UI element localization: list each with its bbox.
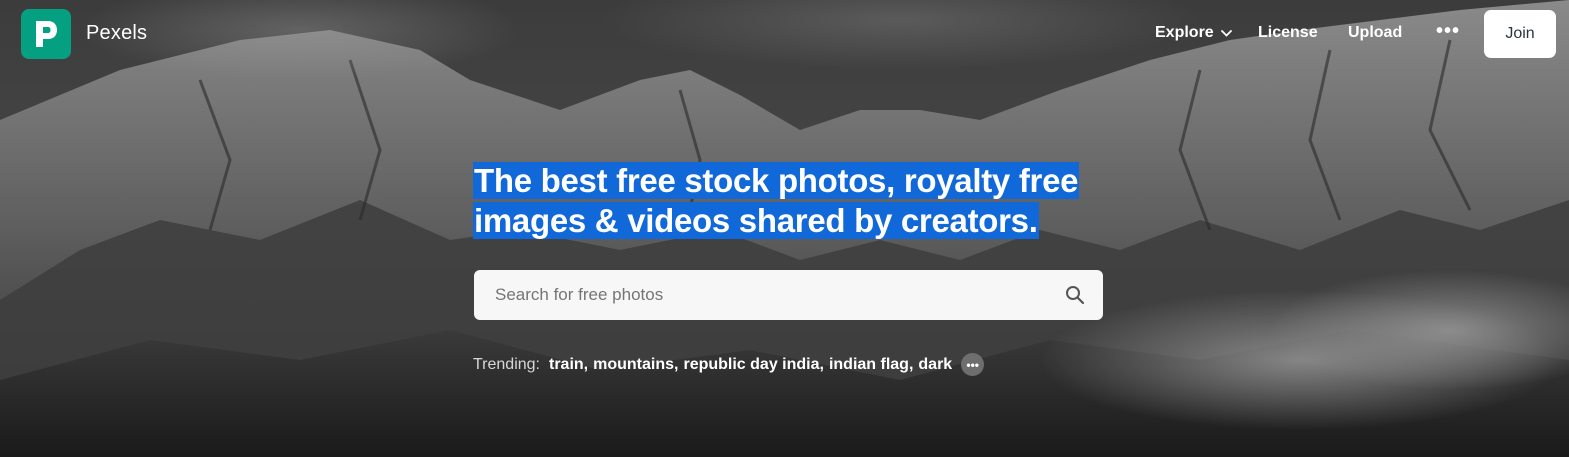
trending-tag[interactable]: dark: [918, 356, 952, 374]
hero-headline: The best free stock photos, royalty free…: [473, 161, 1113, 241]
trending-label: Trending:: [473, 355, 540, 373]
trending-separator: ,: [674, 355, 679, 373]
trending-tag[interactable]: mountains: [593, 356, 674, 374]
trending-separator: ,: [819, 355, 824, 373]
trending-separator: ,: [583, 355, 589, 373]
trending-tag[interactable]: republic day india: [683, 356, 819, 374]
pexels-logo-icon[interactable]: [21, 9, 71, 59]
hero-headline-text: The best free stock photos, royalty free…: [473, 162, 1080, 239]
chevron-down-icon: [1220, 29, 1232, 37]
pexels-logo-glyph: [36, 21, 57, 47]
trending-separator: ,: [908, 355, 914, 373]
more-menu-icon[interactable]: •••: [1436, 20, 1460, 43]
nav-license[interactable]: License: [1258, 24, 1318, 42]
join-button[interactable]: Join: [1484, 10, 1556, 58]
nav-explore-label: Explore: [1155, 24, 1214, 41]
search-icon: [1066, 286, 1085, 305]
search-button[interactable]: [1047, 270, 1103, 320]
search-bar[interactable]: [474, 270, 1103, 320]
brand-name[interactable]: Pexels: [86, 22, 147, 45]
nav-explore[interactable]: Explore: [1155, 24, 1232, 42]
more-dots-icon[interactable]: •••: [961, 353, 985, 376]
search-input[interactable]: [474, 270, 1047, 320]
nav-upload[interactable]: Upload: [1348, 24, 1402, 42]
trending-row: Trending: train, mountains, republic day…: [473, 353, 985, 376]
trending-tag[interactable]: train: [549, 356, 584, 374]
trending-tag[interactable]: indian flag: [829, 356, 909, 374]
